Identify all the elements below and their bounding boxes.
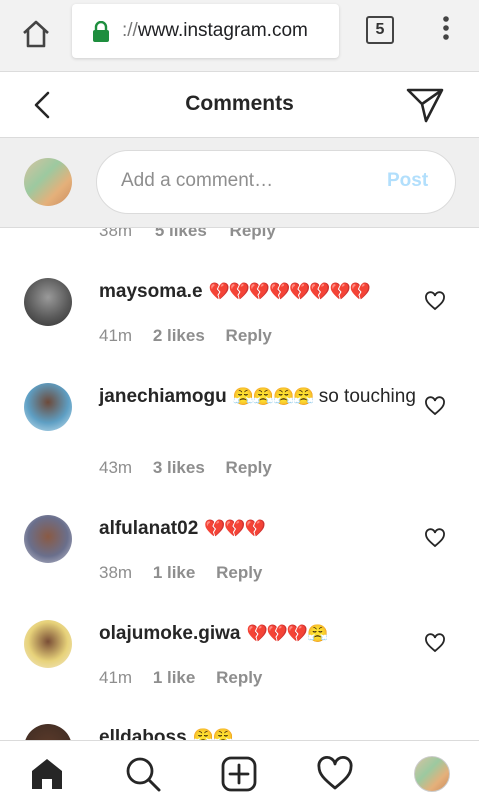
comment-time: 41m <box>99 326 133 345</box>
comment-meta: 43m 3 likes Reply <box>99 458 288 478</box>
comment-meta: 38m 5 likes Reply <box>99 228 294 241</box>
search-icon[interactable] <box>124 755 162 793</box>
comment-text: janechiamogu 😤😤😤😤 so touching <box>99 383 417 410</box>
comment-meta: 41m 2 likes Reply <box>99 326 288 346</box>
comment-username[interactable]: alfulanat02 <box>99 518 198 539</box>
comment-time: 41m <box>99 668 133 687</box>
direct-send-icon[interactable] <box>404 85 446 125</box>
heart-icon[interactable] <box>424 291 446 311</box>
comment-username[interactable]: elldaboss <box>99 727 187 740</box>
home-icon[interactable] <box>28 755 66 793</box>
comment-body: so touching <box>318 386 416 407</box>
comment-username[interactable]: maysoma.e <box>99 281 203 302</box>
reply-button[interactable]: Reply <box>230 228 276 240</box>
reply-button[interactable]: Reply <box>216 668 262 687</box>
comments-list[interactable]: 38m 5 likes Reply maysoma.e 💔💔💔💔💔💔💔💔 41m … <box>0 228 479 740</box>
comment-text: olajumoke.giwa 💔💔💔😤 <box>99 620 417 647</box>
reply-button[interactable]: Reply <box>216 563 262 582</box>
browser-toolbar: ://www.instagram.com 5 <box>0 0 479 72</box>
comment-time: 38m <box>99 228 133 240</box>
comment-text: maysoma.e 💔💔💔💔💔💔💔💔 <box>99 278 417 305</box>
activity-heart-icon[interactable] <box>316 755 354 793</box>
url-text: ://www.instagram.com <box>122 20 308 42</box>
comment-meta: 38m 1 like Reply <box>99 563 278 583</box>
comments-header: Comments <box>0 72 479 138</box>
avatar[interactable] <box>24 515 72 563</box>
comment-username[interactable]: olajumoke.giwa <box>99 623 240 644</box>
comment-emoji: 😤😤😤😤 <box>232 387 315 406</box>
comment-time: 38m <box>99 563 133 582</box>
lock-icon <box>93 21 109 42</box>
comment-likes[interactable]: 5 likes <box>155 228 207 240</box>
comment-text: alfulanat02 💔💔💔 <box>99 515 417 542</box>
reply-button[interactable]: Reply <box>226 458 272 477</box>
bottom-navigation <box>0 740 479 805</box>
avatar[interactable] <box>24 724 72 740</box>
avatar[interactable] <box>24 620 72 668</box>
address-bar[interactable]: ://www.instagram.com <box>72 4 339 58</box>
comment-username[interactable]: janechiamogu <box>99 386 227 407</box>
comment-input[interactable] <box>121 170 371 192</box>
comment-likes[interactable]: 3 likes <box>153 458 205 477</box>
overflow-menu-icon[interactable] <box>436 14 456 44</box>
avatar[interactable] <box>24 278 72 326</box>
url-scheme: :// <box>122 20 138 41</box>
comment-likes[interactable]: 2 likes <box>153 326 205 345</box>
comment-likes[interactable]: 1 like <box>153 563 196 582</box>
heart-icon[interactable] <box>424 528 446 548</box>
post-button[interactable]: Post <box>387 170 428 192</box>
comment-input-container[interactable]: Post <box>96 150 456 214</box>
reply-button[interactable]: Reply <box>226 326 272 345</box>
profile-avatar[interactable] <box>414 756 450 792</box>
home-icon[interactable] <box>18 16 54 52</box>
comment-emoji: 😤😤 <box>192 728 234 740</box>
comment-likes[interactable]: 1 like <box>153 668 196 687</box>
comment-composer: Post <box>0 138 479 228</box>
comment-emoji: 💔💔💔😤 <box>246 624 328 643</box>
heart-icon[interactable] <box>424 633 446 653</box>
new-post-icon[interactable] <box>220 755 258 793</box>
tabs-icon[interactable]: 5 <box>366 16 394 44</box>
comment-emoji: 💔💔💔 <box>204 519 266 538</box>
comment-emoji: 💔💔💔💔💔💔💔💔 <box>208 282 371 301</box>
url-host: www.instagram.com <box>137 20 308 41</box>
comment-text: elldaboss 😤😤 <box>99 724 417 740</box>
comment-time: 43m <box>99 458 133 477</box>
comment-meta: 41m 1 like Reply <box>99 668 278 688</box>
heart-icon[interactable] <box>424 396 446 416</box>
avatar <box>24 158 72 206</box>
avatar[interactable] <box>24 383 72 431</box>
